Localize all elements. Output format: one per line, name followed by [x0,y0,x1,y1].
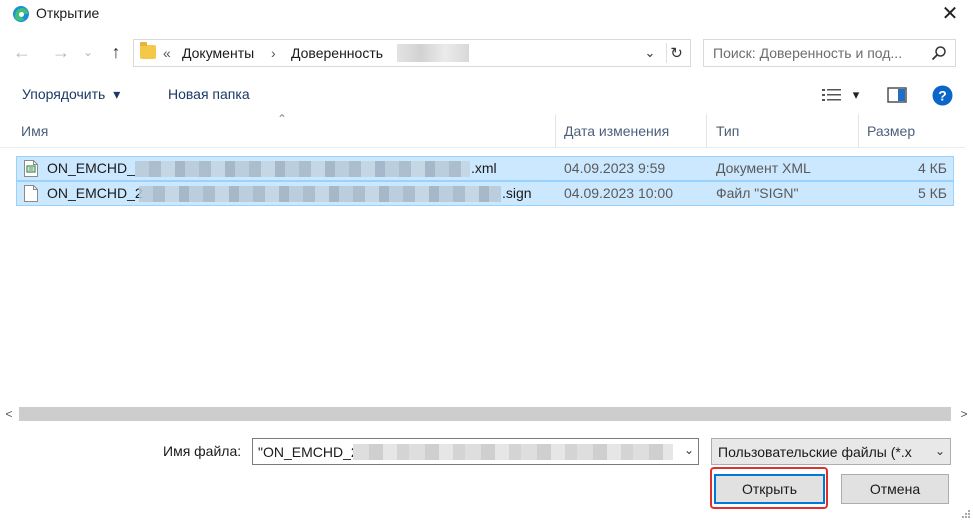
help-button[interactable]: ? [931,84,953,106]
chevron-down-icon: ⌄ [931,444,945,458]
filter-value: Пользовательские файлы (*.x [718,444,912,460]
file-type: Файл "SIGN" [716,185,799,201]
organize-label: Упорядочить [22,86,106,102]
search-input[interactable]: Поиск: Доверенность и под... [703,39,956,67]
scroll-right-icon: > [960,407,968,421]
filename-input[interactable]: "ON_EMCHD_2 ⌄ [252,438,699,465]
file-modified: 04.09.2023 9:59 [564,160,666,176]
arrow-left-icon: ← [13,41,31,62]
file-row[interactable]: ON_EMCHD_2 .sign 04.09.2023 10:00 Файл "… [16,181,954,206]
caret-down-icon: ▾ [852,87,860,102]
close-icon: ✕ [941,2,959,25]
new-folder-label: Новая папка [168,86,250,102]
help-glyph: ? [938,87,947,103]
search-placeholder: Поиск: Доверенность и под... [713,45,903,61]
sort-ascending-icon: ⌃ [277,112,288,126]
close-button[interactable]: ✕ [935,0,965,26]
column-name[interactable]: Имя [21,123,48,139]
cancel-button[interactable]: Отмена [841,474,949,504]
arrow-up-icon: ↑ [111,41,121,62]
chevron-down-icon: ⌄ [644,45,656,60]
view-options-button[interactable]: ▾ [816,84,864,106]
file-name-prefix: ON_EMCHD_ [47,160,135,176]
redacted-file-name [139,186,501,202]
address-bar[interactable]: « Документы › Доверенность ⌄ ↻ [133,39,691,67]
file-name-suffix: .sign [502,185,532,201]
resize-grip-icon[interactable] [961,509,971,519]
column-divider[interactable] [555,114,556,148]
generic-file-icon [24,185,38,202]
file-size: 5 КБ [917,185,947,201]
arrow-right-icon: → [52,41,70,62]
refresh-button[interactable]: ↻ [666,43,686,63]
preview-pane-button[interactable] [884,84,910,106]
file-name-prefix: ON_EMCHD_2 [47,185,143,201]
file-type-filter-select[interactable]: Пользовательские файлы (*.x ⌄ [711,438,951,465]
file-name-suffix: .xml [471,160,497,176]
open-button[interactable]: Открыть [714,474,825,504]
column-date-modified[interactable]: Дата изменения [564,123,669,139]
help-icon: ? [932,85,952,105]
address-dropdown-button[interactable]: ⌄ [641,43,659,63]
new-folder-button[interactable]: Новая папка [168,86,250,102]
scroll-left-icon: < [5,407,13,421]
column-header-row: ⌃ Имя Дата изменения Тип Размер [0,112,965,148]
organize-button[interactable]: Упорядочить ▾ [22,86,120,103]
breadcrumb-item-power-of-attorney[interactable]: Доверенность [291,45,383,61]
scrollbar-thumb[interactable] [19,407,951,421]
refresh-icon: ↻ [670,45,683,62]
caret-down-icon: ▾ [113,86,121,102]
scroll-left-button[interactable]: < [0,404,18,424]
file-size: 4 КБ [917,160,947,176]
cancel-label: Отмена [869,481,921,497]
redacted-filename [353,444,673,460]
column-type[interactable]: Тип [716,123,739,139]
filename-value: "ON_EMCHD_2 [258,444,359,460]
chevron-down-icon: ⌄ [82,45,94,59]
window-title: Открытие [36,5,100,21]
recent-locations-button[interactable]: ⌄ [80,40,96,64]
chevron-down-icon[interactable]: ⌄ [684,443,694,457]
breadcrumb-separator-icon[interactable]: › [271,45,276,61]
redacted-file-name [135,161,470,177]
column-size[interactable]: Размер [867,123,915,139]
up-button[interactable]: ↑ [104,40,128,64]
xml-file-icon [24,160,38,177]
breadcrumb-item-documents[interactable]: Документы [182,45,254,61]
title-bar: Открытие ✕ [0,0,973,28]
back-button[interactable]: ← [10,40,34,64]
folder-icon [140,42,156,59]
filename-label: Имя файла: [163,443,242,459]
column-divider[interactable] [706,114,707,148]
edge-browser-icon [13,6,29,22]
file-modified: 04.09.2023 10:00 [564,185,673,201]
open-label: Открыть [742,481,797,497]
horizontal-scrollbar[interactable]: < > [0,404,973,424]
file-type: Документ XML [716,160,811,176]
file-row[interactable]: ON_EMCHD_ .xml 04.09.2023 9:59 Документ … [16,156,954,181]
details-view-icon [821,89,841,101]
column-divider[interactable] [858,114,859,148]
forward-button[interactable]: → [49,40,73,64]
scroll-right-button[interactable]: > [955,404,973,424]
search-icon [931,46,946,61]
preview-pane-icon [887,87,907,103]
redacted-path [397,44,469,62]
breadcrumb-overflow[interactable]: « [163,45,171,61]
